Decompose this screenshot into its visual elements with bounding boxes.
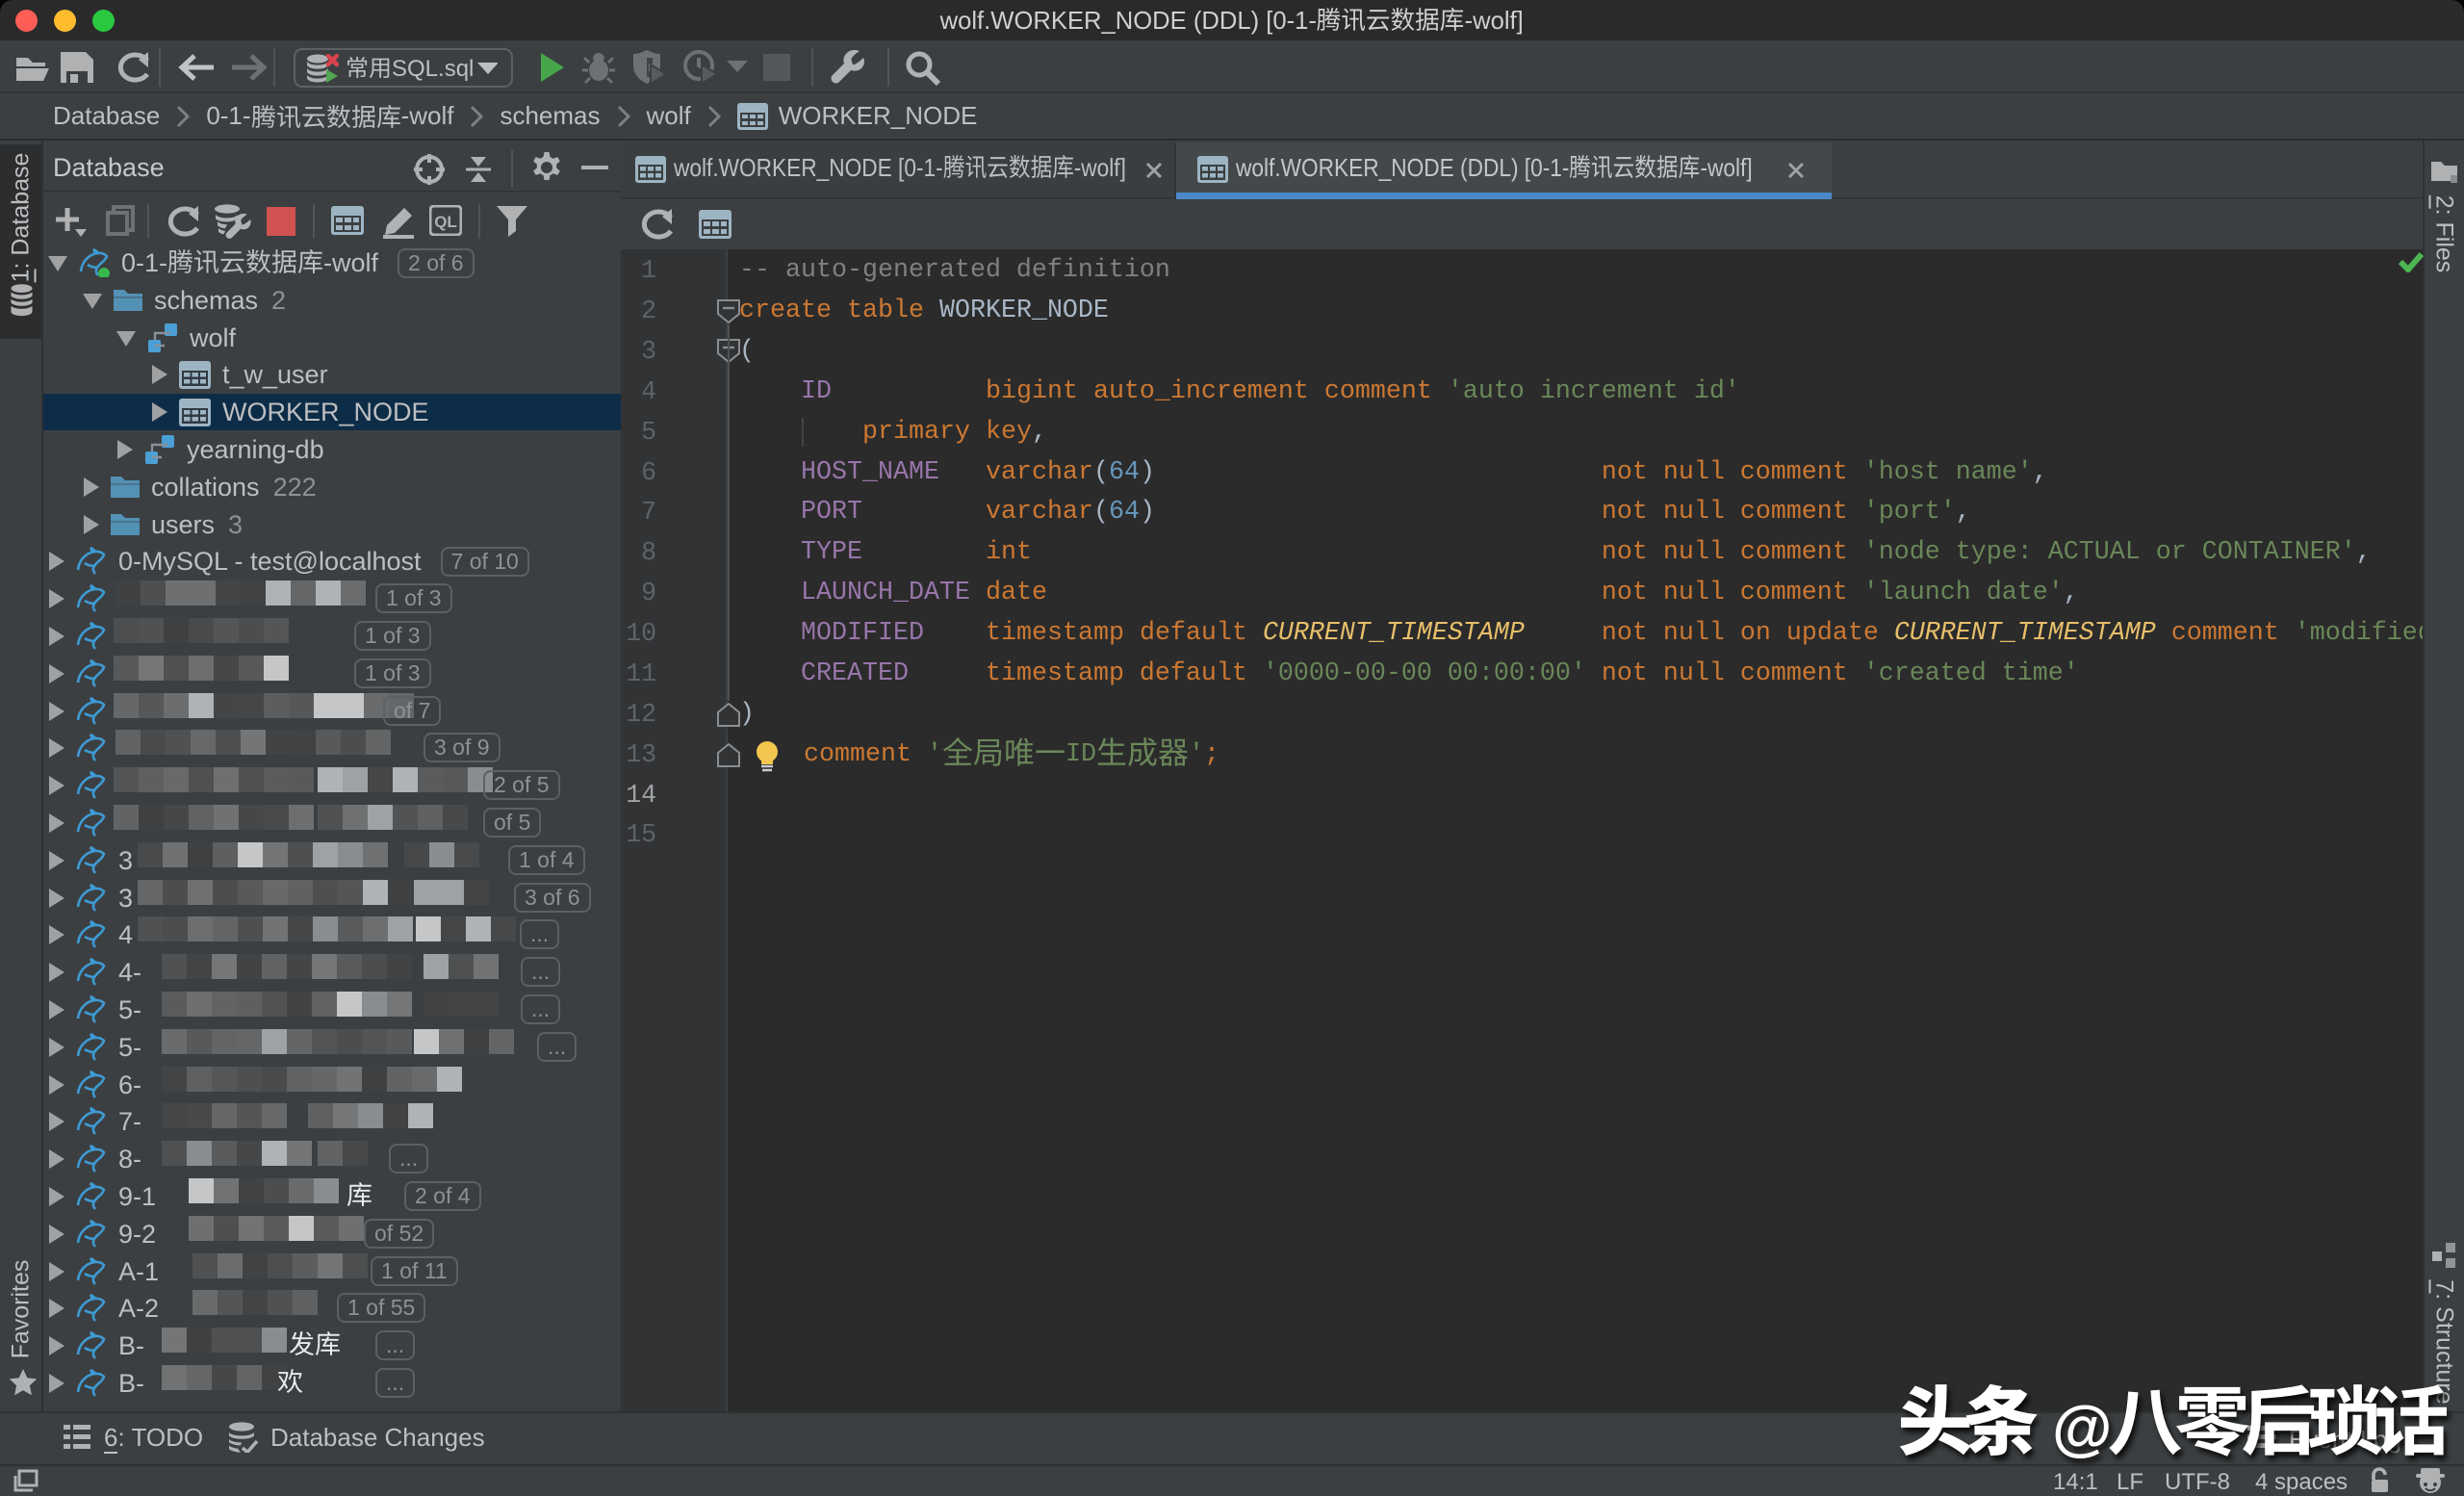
svg-text:QL: QL [434,213,457,231]
